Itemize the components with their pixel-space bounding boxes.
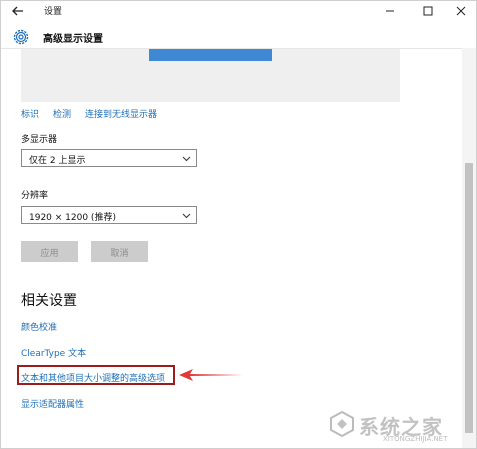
gear-icon [13, 29, 29, 45]
detect-link[interactable]: 检测 [53, 107, 71, 120]
cancel-button-label: 取消 [110, 249, 129, 259]
back-arrow-icon[interactable] [11, 4, 25, 18]
multi-display-label: 多显示器 [21, 135, 58, 145]
wireless-display-link[interactable]: 连接到无线显示器 [85, 107, 157, 120]
resolution-label: 分辨率 [21, 191, 49, 201]
title-bar: 设置 [1, 1, 476, 21]
settings-window: 设置 高级显示设置 标识 检测 连接到无线显示器 多显示器 仅在 2 上显示 分… [0, 0, 477, 449]
cancel-button[interactable]: 取消 [91, 241, 148, 262]
color-calibration-link[interactable]: 颜色校准 [21, 320, 57, 333]
monitor-tile[interactable] [149, 49, 272, 61]
annotation-highlight-box [17, 365, 175, 385]
watermark-logo-icon [330, 410, 354, 438]
display-preview [21, 49, 400, 102]
apply-button[interactable]: 应用 [21, 241, 78, 262]
maximize-icon[interactable] [420, 3, 436, 19]
window-title: 设置 [44, 7, 63, 17]
resolution-select[interactable]: 1920 × 1200 (推荐) [21, 206, 197, 224]
vertical-scrollbar[interactable] [462, 48, 476, 448]
minimize-icon[interactable] [382, 3, 398, 19]
watermark-url: XITONGZHIJIA.NET [383, 435, 448, 443]
apply-button-label: 应用 [40, 249, 59, 259]
identify-link[interactable]: 标识 [21, 107, 39, 120]
watermark: 系统之家 XITONGZHIJIA.NET [323, 405, 468, 445]
annotation-arrow-icon [179, 369, 243, 381]
close-icon[interactable] [453, 3, 469, 19]
scrollbar-thumb[interactable] [465, 163, 473, 433]
display-adapter-link[interactable]: 显示适配器属性 [21, 397, 84, 410]
cleartype-link[interactable]: ClearType 文本 [21, 346, 86, 359]
chevron-down-icon [182, 213, 191, 219]
page-title: 高级显示设置 [43, 34, 103, 45]
resolution-value: 1920 × 1200 (推荐) [29, 213, 116, 223]
multi-display-value: 仅在 2 上显示 [29, 156, 86, 166]
related-settings-title: 相关设置 [21, 293, 77, 309]
chevron-down-icon [182, 156, 191, 162]
multi-display-select[interactable]: 仅在 2 上显示 [21, 149, 197, 167]
